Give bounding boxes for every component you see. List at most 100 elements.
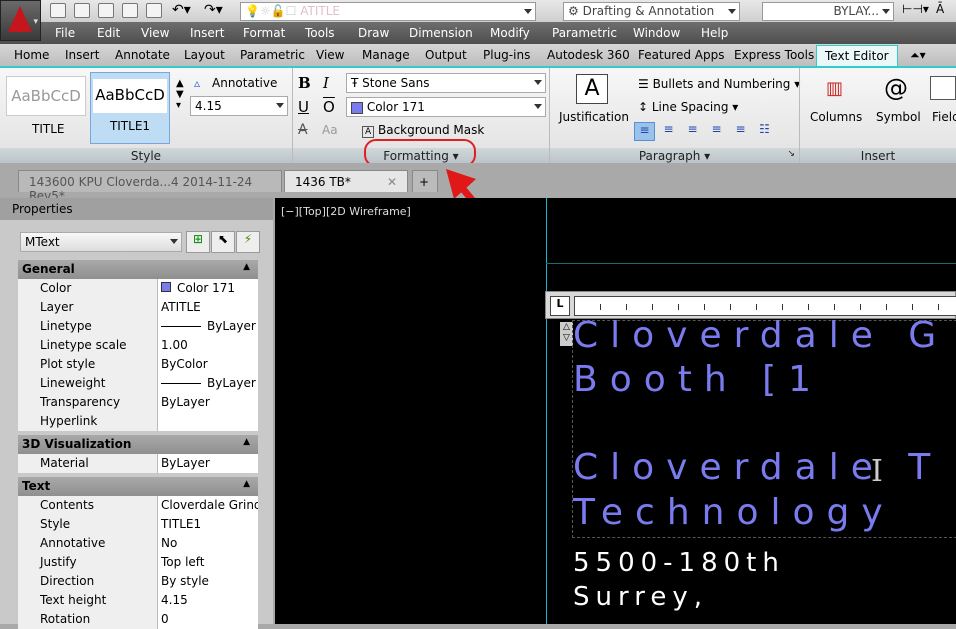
property-row[interactable]: Hyperlink <box>18 412 258 431</box>
style-title1[interactable]: AaBbCcD TITLE1 <box>90 72 170 144</box>
property-row[interactable]: Plot style ByColor <box>18 355 258 374</box>
tab-plug-ins[interactable]: Plug-ins <box>483 48 530 62</box>
menu-edit[interactable]: Edit <box>97 26 120 40</box>
viewport-controls[interactable]: [−][Top][2D Wireframe] <box>281 205 411 218</box>
doc-tab-1[interactable]: 143600 KPU Cloverda...4 2014-11-24 Rev5* <box>18 170 282 203</box>
property-value[interactable]: By style <box>158 572 258 591</box>
tab-output[interactable]: Output <box>425 48 467 62</box>
menu-draw[interactable]: Draw <box>358 26 389 40</box>
new-tab-button[interactable]: + <box>412 170 438 192</box>
property-value[interactable]: ByLayer <box>158 393 258 412</box>
color-combo[interactable]: Color 171 <box>346 97 546 117</box>
tab-manage[interactable]: Manage <box>362 48 410 62</box>
property-row[interactable]: Direction By style <box>18 572 258 591</box>
tab-express-tools[interactable]: Express Tools <box>734 48 814 62</box>
property-value[interactable]: Color 171 <box>158 279 258 298</box>
tab-insert[interactable]: Insert <box>65 48 99 62</box>
property-value[interactable]: ByLayer <box>158 454 258 473</box>
menu-view[interactable]: View <box>141 26 169 40</box>
linetype-combo[interactable]: BYLAY... <box>762 2 894 21</box>
menu-file[interactable]: File <box>55 26 75 40</box>
field-button[interactable]: Field <box>932 110 956 124</box>
property-row[interactable]: Linetype ByLayer <box>18 317 258 336</box>
align-default-icon[interactable]: ≡ <box>634 122 655 141</box>
underline-button[interactable]: U <box>298 98 309 116</box>
property-value[interactable]: ByColor <box>158 355 258 374</box>
property-row[interactable]: Justify Top left <box>18 553 258 572</box>
property-row[interactable]: Style TITLE1 <box>18 515 258 534</box>
justification-button[interactable]: Justification <box>559 110 629 124</box>
property-value[interactable]: Top left <box>158 553 258 572</box>
layer-combo[interactable]: 💡☼🔓☐ ATITLE <box>240 2 536 21</box>
object-type-select[interactable]: MText <box>20 232 182 252</box>
tab-autodesk-360[interactable]: Autodesk 360 <box>547 48 630 62</box>
line-spacing-button[interactable]: ↕ Line Spacing ▾ <box>638 100 738 114</box>
symbol-button[interactable]: Symbol <box>876 110 921 124</box>
application-menu-button[interactable]: ▾ <box>0 0 41 41</box>
property-row[interactable]: Annotative No <box>18 534 258 553</box>
collapse-icon[interactable]: ▲ <box>243 479 250 489</box>
property-value[interactable]: Cloverdale Grind... <box>158 496 258 515</box>
annotative-button[interactable]: Annotative <box>212 76 277 90</box>
overline-button[interactable]: O <box>323 98 335 116</box>
print-icon[interactable] <box>146 3 162 18</box>
menu-format[interactable]: Format <box>243 26 285 40</box>
property-row[interactable]: Material ByLayer <box>18 454 258 473</box>
dialog-launcher-icon[interactable]: ↘ <box>787 149 795 159</box>
align-right-icon[interactable]: ≡ <box>706 122 727 142</box>
property-value[interactable]: 4.15 <box>158 591 258 610</box>
menu-insert[interactable]: Insert <box>190 26 224 40</box>
property-row[interactable]: ContentsCloverdale Grind... <box>18 496 258 515</box>
quick-select-icon[interactable]: ⚡ <box>236 231 260 253</box>
property-value[interactable]: ATITLE <box>158 298 258 317</box>
bold-button[interactable]: B <box>298 74 311 92</box>
new-icon[interactable] <box>50 3 66 18</box>
tab-view[interactable]: View <box>316 48 344 62</box>
text-style-icon[interactable]: Ā <box>936 2 944 16</box>
align-left-icon[interactable]: ≡ <box>658 122 679 142</box>
property-value[interactable]: 1.00 <box>158 336 258 355</box>
tab-home[interactable]: Home <box>14 48 49 62</box>
background-mask-button[interactable]: A Background Mask <box>362 123 484 138</box>
ruler-scale[interactable] <box>574 296 956 316</box>
property-value[interactable]: TITLE1 <box>158 515 258 534</box>
redo-icon[interactable]: ↷▾ <box>204 2 223 18</box>
bullets-button[interactable]: ☰ Bullets and Numbering ▾ <box>638 77 800 91</box>
menu-dimension[interactable]: Dimension <box>409 26 473 40</box>
menu-modify[interactable]: Modify <box>490 26 530 40</box>
style-title[interactable]: AaBbCcD <box>6 76 86 116</box>
section-general[interactable]: General ▲ <box>18 260 258 279</box>
tab-text-editor[interactable]: Text Editor <box>816 45 898 66</box>
doc-tab-2[interactable]: 1436 TB* ✕ <box>284 170 408 192</box>
select-objects-icon[interactable]: ⬉ <box>211 231 235 253</box>
font-combo[interactable]: Ŧ Stone Sans <box>346 73 546 93</box>
tab-type-icon[interactable]: L <box>550 296 570 316</box>
undo-icon[interactable]: ↶▾ <box>172 2 191 18</box>
ribbon-minimize-icon[interactable]: ⏶▾ <box>910 48 926 63</box>
menu-parametric[interactable]: Parametric <box>552 26 617 40</box>
property-value[interactable]: No <box>158 534 258 553</box>
property-value[interactable]: ByLayer <box>158 374 258 393</box>
text-height-input[interactable]: 4.15 <box>190 96 288 116</box>
close-icon[interactable]: ✕ <box>387 175 397 189</box>
workspace-combo[interactable]: ⚙ Drafting & Annotation <box>563 2 740 21</box>
menu-window[interactable]: Window <box>633 26 680 40</box>
property-value[interactable]: ByLayer <box>158 317 258 336</box>
dimension-icon[interactable]: ⊢⊣▾ <box>902 2 929 16</box>
drawing-area[interactable]: [−][Top][2D Wireframe] L △ ▽ Cloverdale G… <box>275 198 956 624</box>
toggle-pickadd-icon[interactable]: ⊞ <box>186 231 210 253</box>
open-icon[interactable] <box>74 3 90 18</box>
tab-parametric[interactable]: Parametric <box>240 48 305 62</box>
align-center-icon[interactable]: ≡ <box>682 122 703 142</box>
property-row[interactable]: Layer ATITLE <box>18 298 258 317</box>
distribute-icon[interactable]: ☷ <box>754 122 775 142</box>
save-icon[interactable] <box>98 3 114 18</box>
property-row[interactable]: Transparency ByLayer <box>18 393 258 412</box>
property-row[interactable]: Text height 4.15 <box>18 591 258 610</box>
collapse-icon[interactable]: ▲ <box>243 262 250 272</box>
strikethrough-button[interactable]: A <box>298 122 308 138</box>
justify-icon[interactable]: ≡ <box>730 122 751 142</box>
property-row[interactable]: Lineweight ByLayer <box>18 374 258 393</box>
case-button[interactable]: Aa <box>322 123 338 137</box>
section-text[interactable]: Text ▲ <box>18 477 258 496</box>
